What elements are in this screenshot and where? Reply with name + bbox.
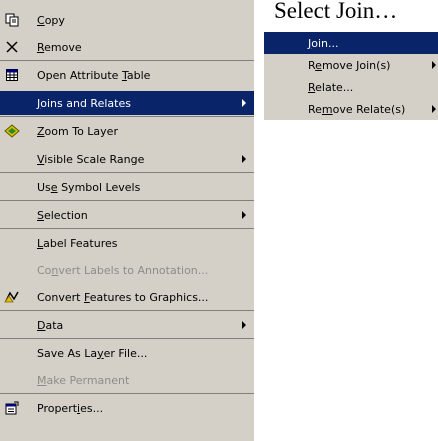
remove-x-icon xyxy=(3,39,21,55)
menu-item-label: Zoom To Layer xyxy=(37,124,118,138)
menu-item-label: Convert Features to Graphics... xyxy=(37,290,209,304)
submenu-arrow-icon xyxy=(242,99,246,107)
zoom-to-layer-icon xyxy=(3,123,21,139)
menu-separator xyxy=(0,60,254,61)
submenu-arrow-icon xyxy=(432,61,436,69)
menu-item-convert-labels-to-annotation: Convert Labels to Annotation... xyxy=(0,258,254,282)
menu-item-selection[interactable]: Selection xyxy=(0,203,254,227)
menu-item-open-attribute-table[interactable]: Open Attribute Table xyxy=(0,63,254,87)
menu-item-label: Use Symbol Levels xyxy=(37,180,141,194)
menu-item-visible-scale-range[interactable]: Visible Scale Range xyxy=(0,147,254,171)
menu-item-make-permanent: Make Permanent xyxy=(0,368,254,392)
submenu-arrow-icon xyxy=(432,105,436,113)
properties-icon xyxy=(3,400,21,416)
page-title: Select Join… xyxy=(274,0,398,23)
menu-separator xyxy=(0,172,254,173)
menu-item-label: Copy xyxy=(37,13,65,27)
submenu-item-remove-joins[interactable]: Remove Join(s) xyxy=(264,54,438,76)
menu-item-label: Remove xyxy=(37,40,82,54)
submenu-item-label: Remove Join(s) xyxy=(308,58,391,72)
submenu-item-join[interactable]: Join... xyxy=(264,32,438,54)
menu-separator xyxy=(0,338,254,339)
menu-separator xyxy=(0,116,254,117)
menu-item-properties[interactable]: Properties... xyxy=(0,396,254,420)
menu-item-use-symbol-levels[interactable]: Use Symbol Levels xyxy=(0,175,254,199)
joins-relates-submenu: Join... Remove Join(s) Relate... Remove … xyxy=(264,32,438,120)
submenu-arrow-icon xyxy=(242,321,246,329)
menu-item-zoom-to-layer[interactable]: Zoom To Layer xyxy=(0,119,254,143)
menu-separator xyxy=(0,200,254,201)
table-icon xyxy=(3,67,21,83)
menu-item-label: Joins and Relates xyxy=(37,96,131,110)
menu-item-label: Convert Labels to Annotation... xyxy=(37,263,209,277)
menu-item-label: Data xyxy=(37,318,64,332)
menu-item-convert-features-to-graphics[interactable]: Convert Features to Graphics... xyxy=(0,285,254,309)
menu-item-data[interactable]: Data xyxy=(0,313,254,337)
submenu-arrow-icon xyxy=(242,211,246,219)
copy-icon xyxy=(3,12,21,28)
menu-item-copy[interactable]: Copy xyxy=(0,8,254,32)
menu-item-remove[interactable]: Remove xyxy=(0,35,254,59)
menu-separator xyxy=(0,393,254,394)
menu-item-label: Visible Scale Range xyxy=(37,152,145,166)
menu-separator xyxy=(0,310,254,311)
convert-graphics-icon xyxy=(3,289,21,305)
submenu-item-remove-relates[interactable]: Remove Relate(s) xyxy=(264,98,438,120)
menu-separator xyxy=(0,228,254,229)
submenu-arrow-icon xyxy=(242,155,246,163)
menu-item-save-as-layer-file[interactable]: Save As Layer File... xyxy=(0,341,254,365)
submenu-item-label: Relate... xyxy=(308,80,354,94)
menu-item-label-features[interactable]: Label Features xyxy=(0,231,254,255)
submenu-item-label: Join... xyxy=(308,36,339,50)
menu-item-label: Properties... xyxy=(37,401,104,415)
menu-item-label: Selection xyxy=(37,208,88,222)
menu-item-joins-and-relates[interactable]: Joins and Relates xyxy=(0,91,254,115)
menu-item-label: Label Features xyxy=(37,236,118,250)
menu-item-label: Make Permanent xyxy=(37,373,130,387)
context-menu: Copy Remove Open Attribute Table Joins a… xyxy=(0,0,254,441)
submenu-item-relate[interactable]: Relate... xyxy=(264,76,438,98)
menu-item-label: Save As Layer File... xyxy=(37,346,148,360)
submenu-item-label: Remove Relate(s) xyxy=(308,102,406,116)
menu-item-label: Open Attribute Table xyxy=(37,68,151,82)
